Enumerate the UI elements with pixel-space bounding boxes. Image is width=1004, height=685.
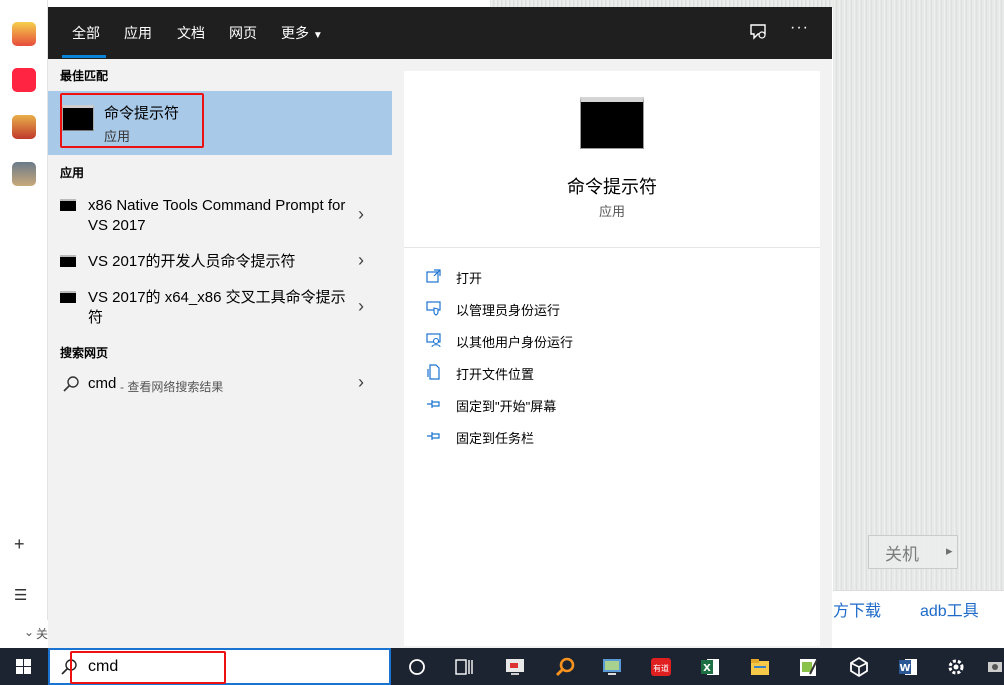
strip-bottom-text: 关	[36, 627, 49, 641]
divider	[404, 247, 820, 248]
detail-app-name: 命令提示符	[567, 177, 657, 197]
download-link[interactable]: 方下载	[833, 597, 881, 621]
app-icon[interactable]	[986, 656, 1004, 678]
background-photo	[833, 0, 1004, 590]
detail-app-type: 应用	[598, 204, 625, 219]
app-result-item[interactable]: VS 2017的开发人员命令提示符 ›	[48, 250, 392, 275]
annotation-highlight-box	[70, 651, 226, 684]
chevron-right-icon[interactable]: ›	[358, 372, 364, 393]
tab-all[interactable]: 全部	[72, 23, 100, 43]
feedback-icon[interactable]	[748, 21, 770, 43]
remote-desktop-icon[interactable]	[601, 656, 623, 678]
game-avatar-icon[interactable]	[12, 22, 36, 46]
notepad-icon[interactable]	[797, 656, 819, 678]
active-tab-indicator	[62, 55, 106, 58]
action-label: 固定到"开始"屏幕	[456, 399, 557, 414]
caret-down-icon: ▼	[312, 30, 323, 41]
filter-bar: 全部 应用 文档 网页 更多 ▼ ···	[48, 7, 832, 59]
xiaohongshu-icon[interactable]	[12, 68, 36, 92]
cmd-app-icon	[60, 291, 76, 303]
web-hint: - 查看网络搜索结果	[120, 380, 224, 394]
chevron-right-icon[interactable]: ›	[358, 204, 364, 225]
tab-documents[interactable]: 文档	[177, 23, 205, 43]
tab-web[interactable]: 网页	[229, 23, 257, 43]
list-icon[interactable]: ☰	[14, 586, 27, 604]
open-icon	[426, 269, 441, 283]
tab-more-label: 更多	[281, 25, 309, 41]
action-label: 固定到任务栏	[456, 431, 535, 446]
pin-icon	[427, 432, 440, 440]
web-query: cmd	[88, 375, 117, 392]
search-tool-icon[interactable]	[554, 656, 576, 678]
app-result-name: VS 2017的开发人员命令提示符	[88, 253, 296, 270]
file-location-icon	[427, 364, 440, 380]
pin-icon	[427, 400, 440, 408]
chevron-right-icon[interactable]: ›	[358, 250, 364, 271]
svg-text:W: W	[899, 663, 910, 674]
app-result-name: x86 Native Tools Command Prompt for VS 2…	[88, 197, 346, 234]
taskbar-search-box[interactable]: cmd	[48, 648, 391, 685]
taskbar: cmd 有道 X W	[0, 648, 1004, 685]
background-shutdown-label: 关机	[868, 535, 958, 569]
svg-text:X: X	[703, 663, 711, 674]
action-label: 打开文件位置	[456, 367, 535, 382]
annotation-highlight-box	[60, 93, 204, 148]
background-arrow-icon: ▸	[946, 543, 953, 558]
settings-icon[interactable]	[945, 656, 967, 678]
cmd-app-icon	[60, 199, 76, 211]
excel-icon[interactable]: X	[699, 656, 721, 678]
chevron-right-icon[interactable]: ›	[358, 296, 364, 317]
app-result-name: VS 2017的 x64_x86 交叉工具命令提示符	[88, 289, 346, 326]
windows-start-icon[interactable]	[0, 648, 48, 685]
svg-text:有道: 有道	[653, 663, 669, 673]
shield-admin-icon	[426, 301, 441, 316]
background-links: 方下载 adb工具	[833, 590, 1004, 622]
web-search-result[interactable]: cmd - 查看网络搜索结果 ›	[48, 372, 392, 399]
cmd-app-icon	[60, 255, 76, 267]
web-heading: 搜索网页	[60, 346, 109, 360]
task-view-icon[interactable]	[406, 656, 428, 678]
action-label: 以其他用户身份运行	[456, 335, 574, 350]
game-character-icon[interactable]	[12, 115, 36, 139]
apps-heading: 应用	[60, 166, 85, 180]
word-icon[interactable]: W	[897, 656, 919, 678]
chevron-down-icon[interactable]: ⌄	[24, 625, 34, 639]
shooter-game-icon[interactable]	[12, 162, 36, 186]
timeline-icon[interactable]	[453, 656, 475, 678]
app-result-item[interactable]: VS 2017的 x64_x86 交叉工具命令提示符 ›	[48, 287, 392, 331]
user-run-icon	[426, 333, 441, 348]
strip-bottom: ⌄ 关	[0, 620, 48, 648]
search-icon	[63, 376, 79, 392]
add-icon[interactable]: +	[14, 534, 25, 555]
screen-app-icon[interactable]	[504, 656, 526, 678]
tab-apps[interactable]: 应用	[124, 23, 152, 43]
adb-tools-link[interactable]: adb工具	[920, 597, 979, 621]
youdao-icon[interactable]: 有道	[650, 656, 672, 678]
best-match-heading: 最佳匹配	[60, 69, 109, 83]
app-result-item[interactable]: x86 Native Tools Command Prompt for VS 2…	[48, 195, 392, 239]
action-label: 以管理员身份运行	[456, 303, 561, 318]
action-label: 打开	[456, 271, 483, 286]
unity-icon[interactable]	[848, 656, 870, 678]
cmd-large-icon	[580, 97, 644, 149]
tab-more[interactable]: 更多 ▼	[281, 23, 323, 43]
search-panel: 全部 应用 文档 网页 更多 ▼ ··· 最佳匹配 命令提示符 应用 应用 x8…	[48, 7, 832, 648]
detail-pane: 命令提示符 应用 打开 以管理员身份运行 以其他用户身份运行 打开文件位置 固定…	[404, 71, 820, 646]
more-options-icon[interactable]: ···	[790, 19, 809, 37]
file-explorer-icon[interactable]	[749, 656, 771, 678]
app-strip: + ☰	[0, 0, 48, 620]
best-match-result[interactable]: 命令提示符 应用	[48, 91, 392, 155]
